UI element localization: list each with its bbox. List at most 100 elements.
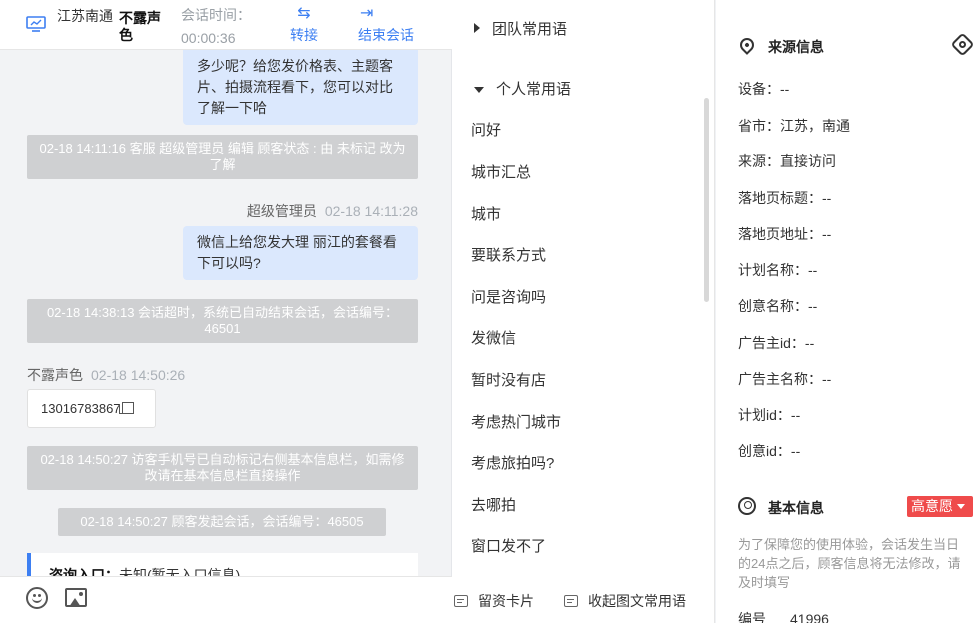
message-meta: 不露声色 02-18 14:50:26 — [27, 365, 185, 385]
customer-info-panel: 来源信息 设备：-- 省市：江苏，南通 来源：直接访问 落地页标题：-- 落地页… — [716, 0, 978, 623]
system-message: 02-18 14:50:27 访客手机号已自动标记右侧基本信息栏，如需修改请在基… — [27, 446, 418, 490]
image-icon[interactable] — [65, 588, 87, 607]
phrase-item[interactable]: 问好 — [471, 119, 501, 140]
phrases-footer: 留资卡片 收起图文常用语 — [452, 576, 715, 623]
system-message: 02-18 14:11:16 客服 超级管理员 编辑 顾客状态 : 由 未标记 … — [27, 135, 418, 179]
transfer-button[interactable]: ⇆ 转接 — [290, 4, 318, 46]
field-label: 落地页地址： — [738, 226, 822, 242]
entry-card: 咨询入口：未知(暂无入口信息) — [27, 553, 418, 576]
phrase-item[interactable]: 考虑热门城市 — [471, 411, 561, 432]
source-info-title: 来源信息 — [768, 39, 824, 55]
field-label: 创意名称： — [738, 298, 808, 314]
caret-right-icon — [474, 23, 480, 33]
field-label: 来源： — [738, 153, 780, 169]
phrase-item[interactable]: 发微信 — [471, 327, 516, 348]
collapse-label: 收起图文常用语 — [588, 593, 686, 609]
user-icon — [738, 497, 756, 515]
basic-info-title: 基本信息 — [768, 500, 824, 516]
message-list[interactable]: 多少呢？给您发价格表、主题客片、拍摄流程看下，您可以对比了解一下哈 02-18 … — [0, 50, 452, 576]
emoji-icon[interactable] — [26, 587, 48, 609]
session-time-label: 会话时间： — [181, 7, 251, 23]
field-label: 计划名称： — [738, 262, 808, 278]
field-value: -- — [822, 226, 832, 242]
field-value: 41996 — [790, 611, 829, 623]
message-time: 02-18 14:11:28 — [324, 203, 418, 219]
field-landing-title: 落地页标题：-- — [738, 188, 831, 208]
field-value: -- — [822, 190, 832, 206]
phrases-scrollbar[interactable] — [704, 98, 709, 302]
end-session-button[interactable]: ⇥ 结束会话 — [358, 4, 414, 46]
field-label: 广告主id： — [738, 335, 805, 351]
group-label: 个人常用语 — [496, 81, 572, 98]
intent-level-value: 高意愿 — [911, 498, 953, 514]
lead-card-label: 留资卡片 — [478, 593, 534, 609]
field-value: -- — [808, 298, 818, 314]
field-label: 编号 — [738, 611, 766, 623]
dropdown-arrow-icon — [957, 504, 965, 509]
field-device: 设备：-- — [738, 79, 789, 99]
phrase-item[interactable]: 要联系方式 — [471, 244, 546, 265]
field-value: -- — [804, 335, 815, 351]
transfer-icon: ⇆ — [297, 5, 311, 22]
field-advertiser-name: 广告主名称：-- — [738, 369, 831, 389]
phrase-item[interactable]: 窗口发不了 — [471, 535, 546, 556]
field-creative-name: 创意名称：-- — [738, 296, 817, 316]
personal-phrases-group[interactable]: 个人常用语 — [474, 78, 571, 99]
system-message: 02-18 14:38:13 会话超时，系统已自动结束会话，会话编号：46501 — [27, 299, 418, 343]
message-meta: 超级管理员 02-18 14:11:28 — [247, 201, 418, 221]
caret-down-icon — [474, 87, 484, 93]
field-label: 创意id： — [738, 443, 791, 459]
phrase-item[interactable]: 考虑旅拍吗? — [471, 452, 554, 473]
phrase-item[interactable]: 城市 — [471, 203, 501, 224]
phrase-item[interactable]: 问是咨询吗 — [471, 286, 546, 307]
location-pin-icon — [737, 35, 757, 55]
agent-message: 微信上给您发大理 丽江的套餐看下可以吗? — [183, 226, 418, 280]
field-source: 来源：直接访问 — [738, 151, 836, 171]
settings-icon[interactable] — [950, 32, 975, 57]
phone-message[interactable]: 13016783867 — [27, 389, 156, 428]
field-creative-id: 创意id：-- — [738, 441, 800, 461]
field-label: 广告主名称： — [738, 371, 822, 387]
system-message: 02-18 14:50:27 顾客发起会话，会话编号：46505 — [58, 508, 386, 536]
chat-toolbar — [0, 576, 452, 623]
card-icon — [454, 595, 468, 607]
field-advertiser-id: 广告主id：-- — [738, 333, 814, 353]
agent-message: 多少呢？给您发价格表、主题客片、拍摄流程看下，您可以对比了解一下哈 — [183, 50, 418, 125]
copy-icon[interactable] — [118, 402, 134, 414]
field-value: 江苏，南通 — [780, 118, 850, 134]
agent-name: 超级管理员 — [246, 203, 317, 219]
exit-icon: ⇥ — [360, 5, 374, 22]
collapse-phrases-button[interactable]: 收起图文常用语 — [564, 591, 686, 611]
phone-number: 13016783867 — [41, 401, 121, 416]
lead-card-button[interactable]: 留资卡片 — [454, 591, 534, 611]
chat-header: 江苏南通 不露声色 会话时间： 00:00:36 ⇆ 转接 ⇥ 结束会话 — [0, 0, 452, 50]
field-customer-id: 编号 41996 — [738, 609, 829, 623]
field-label: 计划id： — [738, 407, 791, 423]
visitor-location: 江苏南通 — [57, 8, 113, 24]
team-phrases-group[interactable]: 团队常用语 — [474, 18, 567, 39]
session-time: 00:00:36 — [181, 30, 236, 46]
customer-name: 不露声色 — [27, 367, 83, 383]
field-label: 落地页标题： — [738, 190, 822, 206]
end-session-label: 结束会话 — [358, 27, 414, 43]
field-value: -- — [780, 81, 790, 97]
field-value: -- — [790, 407, 801, 423]
field-value: -- — [808, 262, 818, 278]
field-label: 设备： — [738, 81, 780, 97]
group-label: 团队常用语 — [492, 21, 568, 38]
transfer-label: 转接 — [290, 27, 318, 43]
phrases-panel: 团队常用语 个人常用语 问好 城市汇总 城市 要联系方式 问是咨询吗 发微信 暂… — [452, 0, 715, 623]
chat-panel: 江苏南通 不露声色 会话时间： 00:00:36 ⇆ 转接 ⇥ 结束会话 多少呢… — [0, 0, 452, 623]
intent-level-dropdown[interactable]: 高意愿 — [907, 496, 973, 517]
field-value: -- — [822, 371, 832, 387]
entry-label: 咨询入口： — [49, 567, 119, 576]
phrase-item[interactable]: 城市汇总 — [471, 161, 531, 182]
edit-notice: 为了保障您的使用体验，会话发生当日的24点之后，顾客信息将无法修改，请及时填写 — [738, 537, 961, 590]
field-landing-url: 落地页地址：-- — [738, 224, 831, 244]
field-value: -- — [790, 443, 801, 459]
field-plan-name: 计划名称：-- — [738, 260, 817, 280]
field-plan-id: 计划id：-- — [738, 405, 800, 425]
phrase-item[interactable]: 去哪拍 — [471, 494, 516, 515]
phrase-item[interactable]: 暂时没有店 — [471, 369, 546, 390]
entry-value: 未知(暂无入口信息) — [119, 567, 241, 576]
